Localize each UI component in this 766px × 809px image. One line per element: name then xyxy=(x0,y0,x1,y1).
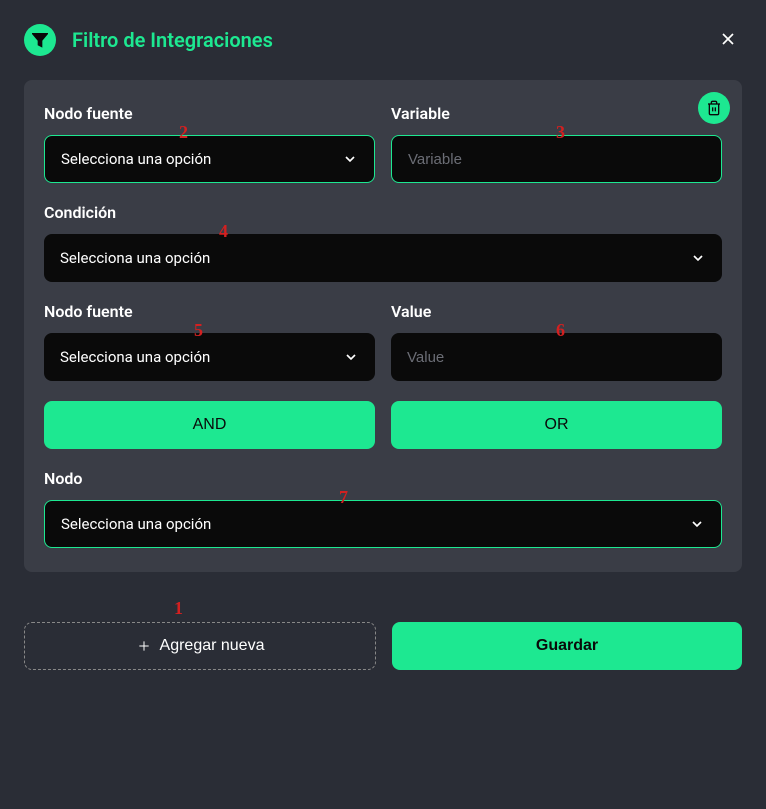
source-node-field-2: Nodo fuente 5 Selecciona una opción xyxy=(44,302,375,381)
chevron-down-icon xyxy=(342,151,358,167)
condition-label: Condición xyxy=(44,203,722,222)
node-label: Nodo xyxy=(44,469,722,488)
source-node-label-2: Nodo fuente xyxy=(44,302,375,321)
select-placeholder: Selecciona una opción xyxy=(60,348,210,366)
and-button[interactable]: AND xyxy=(44,401,375,449)
header-left: Filtro de Integraciones xyxy=(24,24,273,56)
filter-icon xyxy=(32,32,48,48)
source-node-select-2[interactable]: Selecciona una opción xyxy=(44,333,375,381)
select-placeholder: Selecciona una opción xyxy=(60,249,210,267)
source-node-label-1: Nodo fuente xyxy=(44,104,375,123)
condition-field: Condición 4 Selecciona una opción xyxy=(44,203,722,282)
modal-header: Filtro de Integraciones xyxy=(24,24,742,56)
source-node-field-1: Nodo fuente 2 Selecciona una opción xyxy=(44,104,375,183)
select-placeholder: Selecciona una opción xyxy=(61,150,211,168)
source-node-select-1[interactable]: Selecciona una opción xyxy=(44,135,375,183)
value-field: Value 6 xyxy=(391,302,722,381)
footer: 1 Agregar nueva Guardar xyxy=(24,622,742,670)
modal-title: Filtro de Integraciones xyxy=(72,28,273,52)
variable-input[interactable] xyxy=(391,135,722,183)
value-input[interactable] xyxy=(391,333,722,381)
add-button-label: Agregar nueva xyxy=(160,637,265,655)
add-button[interactable]: Agregar nueva xyxy=(24,622,376,670)
variable-field: Variable 3 xyxy=(391,104,722,183)
select-placeholder: Selecciona una opción xyxy=(61,515,211,533)
filter-card: Nodo fuente 2 Selecciona una opción Vari… xyxy=(24,80,742,572)
node-field: Nodo 7 Selecciona una opción xyxy=(44,469,722,548)
logic-row: AND OR xyxy=(44,401,722,449)
save-button[interactable]: Guardar xyxy=(392,622,742,670)
close-icon xyxy=(718,29,738,49)
annotation-1: 1 xyxy=(174,598,183,619)
value-label: Value xyxy=(391,302,722,321)
plus-icon xyxy=(136,638,152,654)
or-button[interactable]: OR xyxy=(391,401,722,449)
condition-select[interactable]: Selecciona una opción xyxy=(44,234,722,282)
chevron-down-icon xyxy=(689,516,705,532)
node-select[interactable]: Selecciona una opción xyxy=(44,500,722,548)
close-button[interactable] xyxy=(714,25,742,56)
filter-icon-circle xyxy=(24,24,56,56)
chevron-down-icon xyxy=(690,250,706,266)
chevron-down-icon xyxy=(343,349,359,365)
variable-label: Variable xyxy=(391,104,722,123)
